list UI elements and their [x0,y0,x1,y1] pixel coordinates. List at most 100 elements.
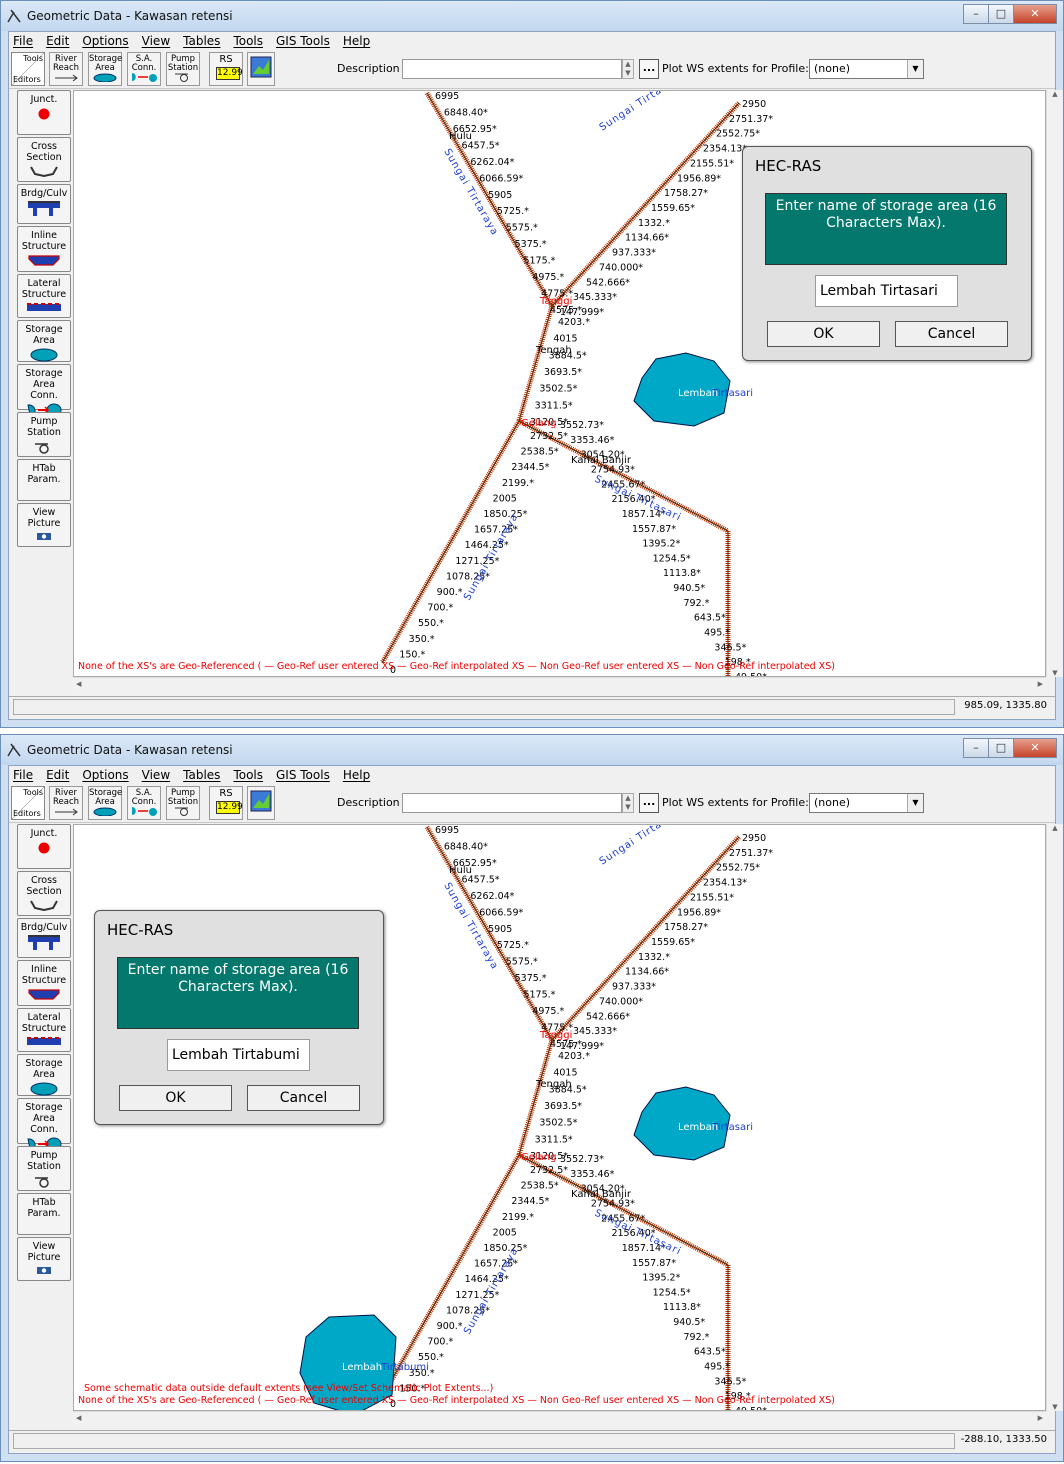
menu-file[interactable]: File [13,766,33,785]
sidebar-cross-section-button[interactable]: Cross Section [17,871,71,916]
sidebar-label: HTab Param. [27,463,61,485]
menu-edit[interactable]: Edit [46,766,69,785]
minimize-icon[interactable]: – [963,4,989,24]
sidebar-storage-area-connection-button[interactable]: Storage Area Conn. [17,1098,71,1151]
button-label: S.A. Conn. [131,788,157,807]
sidebar-label: Junct. [30,828,58,839]
junction-label: Tanggi [539,1030,572,1041]
sidebar-lateral-structure-button[interactable]: Lateral Structure [17,1008,71,1052]
gis-map-button[interactable] [247,52,275,86]
storage-area-icon [18,348,70,365]
description-input[interactable] [402,59,622,79]
sidebar-htab-param-button[interactable]: HTab Param. [17,459,71,501]
junction-label: Kanal Banjir [571,455,632,466]
rs-button[interactable]: RS 12.99 [209,786,243,820]
pump-station-button[interactable]: Pump Station [166,786,200,820]
menu-gis-tools[interactable]: GIS Tools [276,766,330,785]
upper-left-xs-label: 6457.5* [462,140,500,151]
rs-button[interactable]: RS 12.99 [209,52,243,86]
legend-line: None of the XS's are Geo-Referenced ( — … [78,661,835,672]
description-spinner[interactable]: ▲ ▼ [622,793,634,813]
horizontal-scrollbar[interactable]: ◀ ▶ [73,677,1046,694]
lower-right-xs-label: 3552.73* [560,420,604,431]
menu-tables[interactable]: Tables [183,32,220,51]
sidebar-storage-area-button[interactable]: Storage Area [17,1054,71,1096]
sidebar-lateral-structure-button[interactable]: Lateral Structure [17,274,71,318]
middle-xs-label: 3502.5* [539,1118,577,1129]
storage-area-button[interactable]: Storage Area [88,52,122,86]
menu-view[interactable]: View [142,32,170,51]
cancel-button[interactable]: Cancel [247,1085,360,1111]
reach-label: Sungai Tirtaraya [598,825,687,868]
pump-station-button[interactable]: Pump Station [166,52,200,86]
tools-label: Tools [23,788,43,797]
tools-editors-toggle[interactable]: Tools Editors [11,52,45,86]
upper-right-xs-label: 1956.89* [677,173,721,184]
description-browse-button[interactable]: ... [639,59,659,79]
status-bar: -288.10, 1333.50 [9,1430,1055,1450]
menu-bar: File Edit Options View Tables Tools GIS Tools H… [9,766,1055,785]
description-input[interactable] [402,793,622,813]
plot-ws-label: Plot WS extents for Profile: [662,62,809,75]
menu-tables[interactable]: Tables [183,766,220,785]
sa-conn-button[interactable]: S.A. Conn. [127,786,161,820]
sidebar-inline-structure-button[interactable]: Inline Structure [17,960,71,1006]
menu-tools[interactable]: Tools [233,32,263,51]
minimize-icon[interactable]: – [963,738,989,758]
menu-options[interactable]: Options [82,766,128,785]
sidebar-bridge-culvert-button[interactable]: Brdg/Culv [17,918,71,958]
description-browse-button[interactable]: ... [639,793,659,813]
menu-file[interactable]: File [13,32,33,51]
sidebar-inline-structure-button[interactable]: Inline Structure [17,226,71,272]
menu-tools[interactable]: Tools [233,766,263,785]
horizontal-scrollbar[interactable]: ◀ ▶ [73,1411,1046,1428]
sidebar-junction-button[interactable]: Junct. [17,90,71,135]
sidebar-bridge-culvert-button[interactable]: Brdg/Culv [17,184,71,224]
storage-area-button[interactable]: Storage Area [88,786,122,820]
maximize-icon[interactable]: □ [988,4,1014,24]
plot-profile-select[interactable]: (none) ▼ [809,59,924,79]
upper-left-xs-label: 5375.* [515,973,547,984]
close-icon[interactable]: ✕ [1013,4,1057,24]
menu-help[interactable]: Help [343,32,370,51]
sidebar-pump-station-button[interactable]: Pump Station [17,1146,71,1191]
description-spinner[interactable]: ▲ ▼ [622,59,634,79]
menu-options[interactable]: Options [82,32,128,51]
sidebar-storage-area-connection-button[interactable]: Storage Area Conn. [17,364,71,417]
close-icon[interactable]: ✕ [1013,738,1057,758]
menu-edit[interactable]: Edit [46,32,69,51]
menu-gis-tools[interactable]: GIS Tools [276,32,330,51]
sidebar-view-picture-button[interactable]: View Picture [17,1237,71,1281]
client-area: File Edit Options View Tables Tools GIS Tools H… [8,31,1063,720]
vertical-scrollbar[interactable]: ▲ ▼ [1046,90,1063,677]
vertical-scrollbar[interactable]: ▲ ▼ [1046,824,1063,1411]
sidebar-label: Storage Area Conn. [25,368,63,401]
middle-xs-label: 4203.* [558,1051,590,1062]
lateral-structure-icon [18,1036,70,1049]
chevron-down-icon[interactable]: ▼ [907,60,923,78]
ok-button[interactable]: OK [119,1085,232,1111]
tools-editors-toggle[interactable]: Tools Editors [11,786,45,820]
storage-area-name-input[interactable]: Lembah Tirtasari [815,275,958,307]
ok-button[interactable]: OK [767,321,880,347]
upper-left-xs-label: 6262.04* [470,891,514,902]
sidebar-view-picture-button[interactable]: View Picture [17,503,71,547]
gis-map-button[interactable] [247,786,275,820]
sa-conn-button[interactable]: S.A. Conn. [127,52,161,86]
storage-area-name-input[interactable]: Lembah Tirtabumi [167,1039,310,1071]
menu-help[interactable]: Help [343,766,370,785]
sidebar-storage-area-button[interactable]: Storage Area [17,320,71,362]
sidebar-pump-station-button[interactable]: Pump Station [17,412,71,457]
plot-profile-select[interactable]: (none) ▼ [809,793,924,813]
sidebar-htab-param-button[interactable]: HTab Param. [17,1193,71,1235]
river-reach-button[interactable]: River Reach [49,52,83,86]
river-reach-button[interactable]: River Reach [49,786,83,820]
sidebar-junction-button[interactable]: Junct. [17,824,71,869]
menu-view[interactable]: View [142,766,170,785]
cancel-button[interactable]: Cancel [895,321,1008,347]
maximize-icon[interactable]: □ [988,738,1014,758]
chevron-down-icon[interactable]: ▼ [907,794,923,812]
sidebar-cross-section-button[interactable]: Cross Section [17,137,71,182]
upper-left-xs-label: 5575.* [506,223,538,234]
upper-right-xs-label: 740.000* [599,996,643,1007]
